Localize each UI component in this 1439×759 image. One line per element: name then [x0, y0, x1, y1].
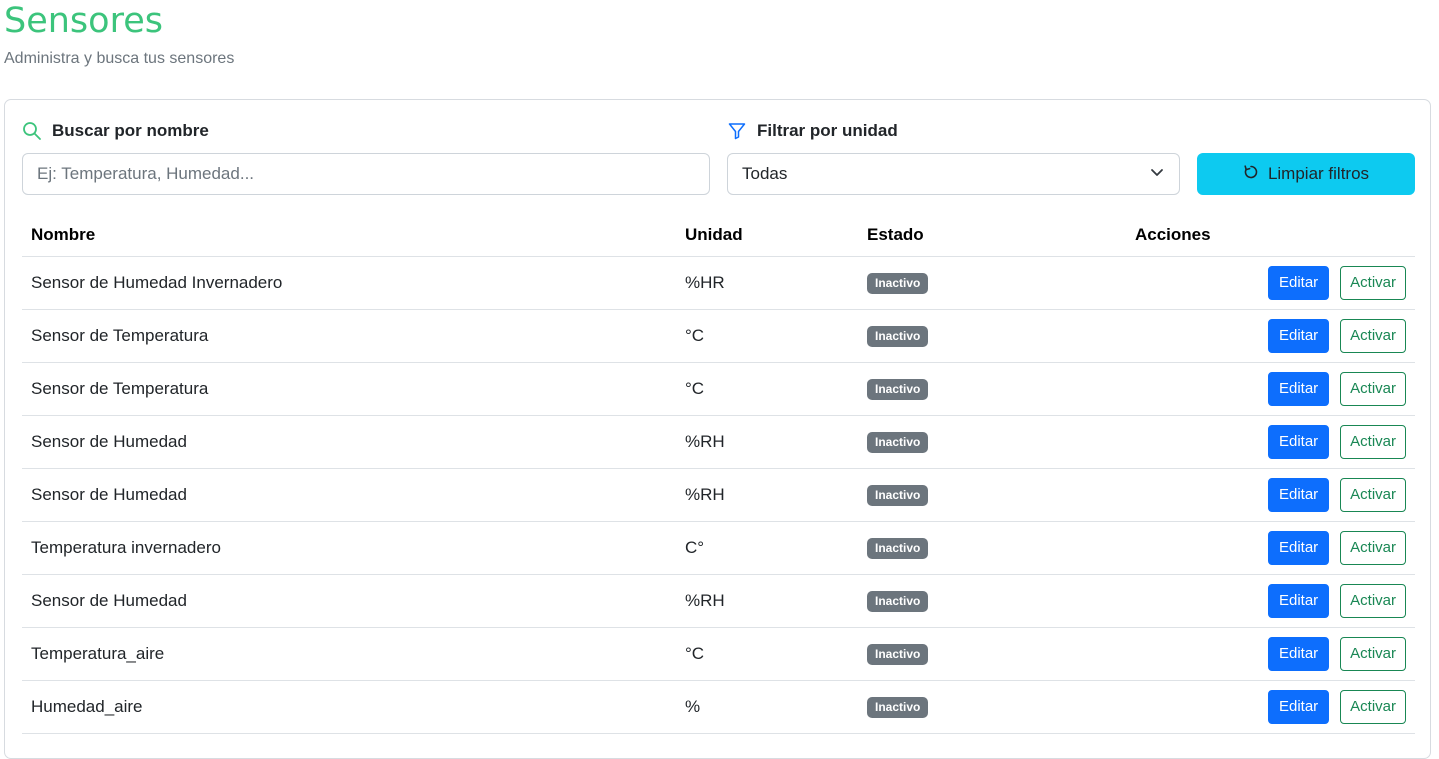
- page-title: Sensores: [4, 1, 163, 41]
- sensor-name: Sensor de Humedad: [22, 574, 676, 628]
- status-cell: Inactivo: [858, 468, 1126, 522]
- sensor-name: Temperatura invernadero: [22, 521, 676, 575]
- table-row: Sensor de Humedad %RH Inactivo Editar Act…: [22, 468, 1415, 522]
- status-badge: Inactivo: [867, 485, 929, 506]
- actions-cell: Editar Activar: [1126, 415, 1415, 469]
- unit-select-value: Todas: [742, 164, 788, 183]
- sensor-name: Sensor de Temperatura: [22, 309, 676, 363]
- status-cell: Inactivo: [858, 521, 1126, 575]
- activate-button[interactable]: Activar: [1340, 425, 1406, 459]
- actions-cell: Editar Activar: [1126, 256, 1415, 310]
- header-name: Nombre: [22, 213, 676, 257]
- status-cell: Inactivo: [858, 309, 1126, 363]
- status-badge: Inactivo: [867, 538, 929, 559]
- edit-button[interactable]: Editar: [1267, 690, 1330, 724]
- table-row: Sensor de Temperatura °C Inactivo Editar…: [22, 309, 1415, 363]
- sensor-unit: °C: [676, 309, 858, 363]
- unit-filter-label: Filtrar por unidad: [727, 121, 898, 141]
- actions-cell: Editar Activar: [1126, 627, 1415, 681]
- status-badge: Inactivo: [867, 591, 929, 612]
- search-label: Buscar por nombre: [22, 121, 209, 141]
- sensors-table: Nombre Unidad Estado Acciones Sensor de …: [22, 213, 1415, 734]
- status-badge: Inactivo: [867, 644, 929, 665]
- table-row: Temperatura invernadero C° Inactivo Edit…: [22, 521, 1415, 575]
- header-unit: Unidad: [676, 213, 858, 257]
- clear-filters-label: Limpiar filtros: [1267, 164, 1370, 183]
- search-icon: [22, 121, 42, 141]
- activate-button[interactable]: Activar: [1340, 531, 1406, 565]
- sensor-name: Sensor de Humedad Invernadero: [22, 256, 676, 310]
- chevron-down-icon: [1149, 164, 1165, 185]
- table-row: Sensor de Humedad %RH Inactivo Editar Act…: [22, 415, 1415, 469]
- sensor-unit: %RH: [676, 574, 858, 628]
- status-cell: Inactivo: [858, 627, 1126, 681]
- actions-cell: Editar Activar: [1126, 468, 1415, 522]
- unit-filter-label-text: Filtrar por unidad: [757, 121, 898, 140]
- activate-button[interactable]: Activar: [1340, 584, 1406, 618]
- search-input[interactable]: [22, 153, 710, 195]
- activate-button[interactable]: Activar: [1340, 372, 1406, 406]
- sensor-name: Sensor de Humedad: [22, 468, 676, 522]
- status-cell: Inactivo: [858, 362, 1126, 416]
- status-cell: Inactivo: [858, 256, 1126, 310]
- clear-filters-button[interactable]: Limpiar filtros: [1197, 153, 1415, 195]
- edit-button[interactable]: Editar: [1267, 531, 1330, 565]
- filter-icon: [727, 121, 747, 141]
- edit-button[interactable]: Editar: [1267, 266, 1330, 300]
- table-row: Sensor de Humedad %RH Inactivo Editar Act…: [22, 574, 1415, 628]
- sensor-unit: °C: [676, 627, 858, 681]
- sensor-name: Temperatura_aire: [22, 627, 676, 681]
- edit-button[interactable]: Editar: [1267, 478, 1330, 512]
- status-cell: Inactivo: [858, 415, 1126, 469]
- status-cell: Inactivo: [858, 574, 1126, 628]
- edit-button[interactable]: Editar: [1267, 372, 1330, 406]
- sensor-unit: %RH: [676, 415, 858, 469]
- edit-button[interactable]: Editar: [1267, 637, 1330, 671]
- status-badge: Inactivo: [867, 697, 929, 718]
- unit-select[interactable]: Todas: [727, 153, 1180, 195]
- sensor-unit: C°: [676, 521, 858, 575]
- activate-button[interactable]: Activar: [1340, 319, 1406, 353]
- sensor-unit: %RH: [676, 468, 858, 522]
- sensor-unit: °C: [676, 362, 858, 416]
- sensor-name: Sensor de Humedad: [22, 415, 676, 469]
- header-status: Estado: [858, 213, 1126, 257]
- sensor-unit: %HR: [676, 256, 858, 310]
- edit-button[interactable]: Editar: [1267, 425, 1330, 459]
- table-row: Sensor de Humedad Invernadero %HR Inacti…: [22, 256, 1415, 310]
- status-badge: Inactivo: [867, 326, 929, 347]
- table-row: Temperatura_aire °C Inactivo Editar Activ…: [22, 627, 1415, 681]
- sensor-name: Sensor de Temperatura: [22, 362, 676, 416]
- activate-button[interactable]: Activar: [1340, 478, 1406, 512]
- actions-cell: Editar Activar: [1126, 309, 1415, 363]
- actions-cell: Editar Activar: [1126, 574, 1415, 628]
- activate-button[interactable]: Activar: [1340, 637, 1406, 671]
- table-header-row: Nombre Unidad Estado Acciones: [22, 213, 1415, 257]
- activate-button[interactable]: Activar: [1340, 266, 1406, 300]
- header-actions: Acciones: [1126, 213, 1415, 257]
- edit-button[interactable]: Editar: [1267, 584, 1330, 618]
- page-subtitle: Administra y busca tus sensores: [4, 50, 235, 67]
- search-label-text: Buscar por nombre: [52, 121, 209, 140]
- refresh-icon: [1243, 164, 1259, 185]
- table-row: Sensor de Temperatura °C Inactivo Editar…: [22, 362, 1415, 416]
- actions-cell: Editar Activar: [1126, 362, 1415, 416]
- status-badge: Inactivo: [867, 432, 929, 453]
- status-badge: Inactivo: [867, 273, 929, 294]
- actions-cell: Editar Activar: [1126, 521, 1415, 575]
- edit-button[interactable]: Editar: [1267, 319, 1330, 353]
- status-badge: Inactivo: [867, 379, 929, 400]
- activate-button[interactable]: Activar: [1340, 690, 1406, 724]
